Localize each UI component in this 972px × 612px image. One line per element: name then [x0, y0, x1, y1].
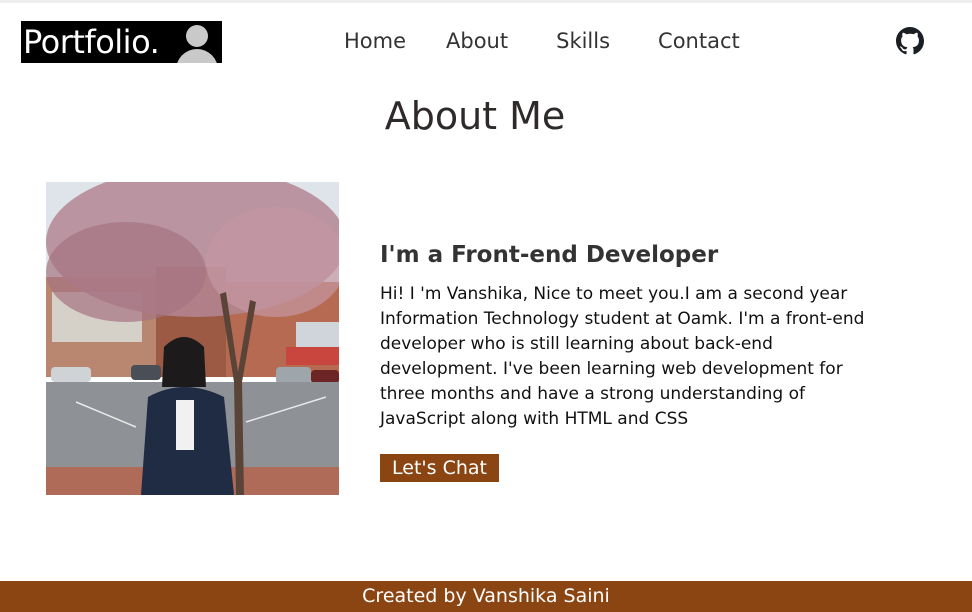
nav-contact[interactable]: Contact [658, 26, 740, 56]
about-bio: Hi! I 'm Vanshika, Nice to meet you.I am… [380, 284, 865, 429]
site-logo[interactable]: Portfolio. [21, 21, 222, 63]
lets-chat-button[interactable]: Let's Chat [380, 454, 499, 482]
top-border [0, 0, 972, 3]
nav-skills[interactable]: Skills [556, 26, 610, 56]
footer: Created by Vanshika Saini [0, 581, 972, 612]
avatar-icon [174, 21, 222, 63]
github-icon[interactable] [896, 27, 924, 55]
profile-photo [46, 182, 339, 495]
page-title: About Me [384, 94, 566, 138]
main-nav: Home About Skills Contact [344, 26, 740, 56]
nav-home[interactable]: Home [344, 26, 406, 56]
about-subtitle: I'm a Front-end Developer [380, 242, 719, 268]
footer-text: Created by Vanshika Saini [362, 585, 610, 607]
logo-text: Portfolio. [23, 23, 160, 61]
nav-about[interactable]: About [446, 26, 508, 56]
